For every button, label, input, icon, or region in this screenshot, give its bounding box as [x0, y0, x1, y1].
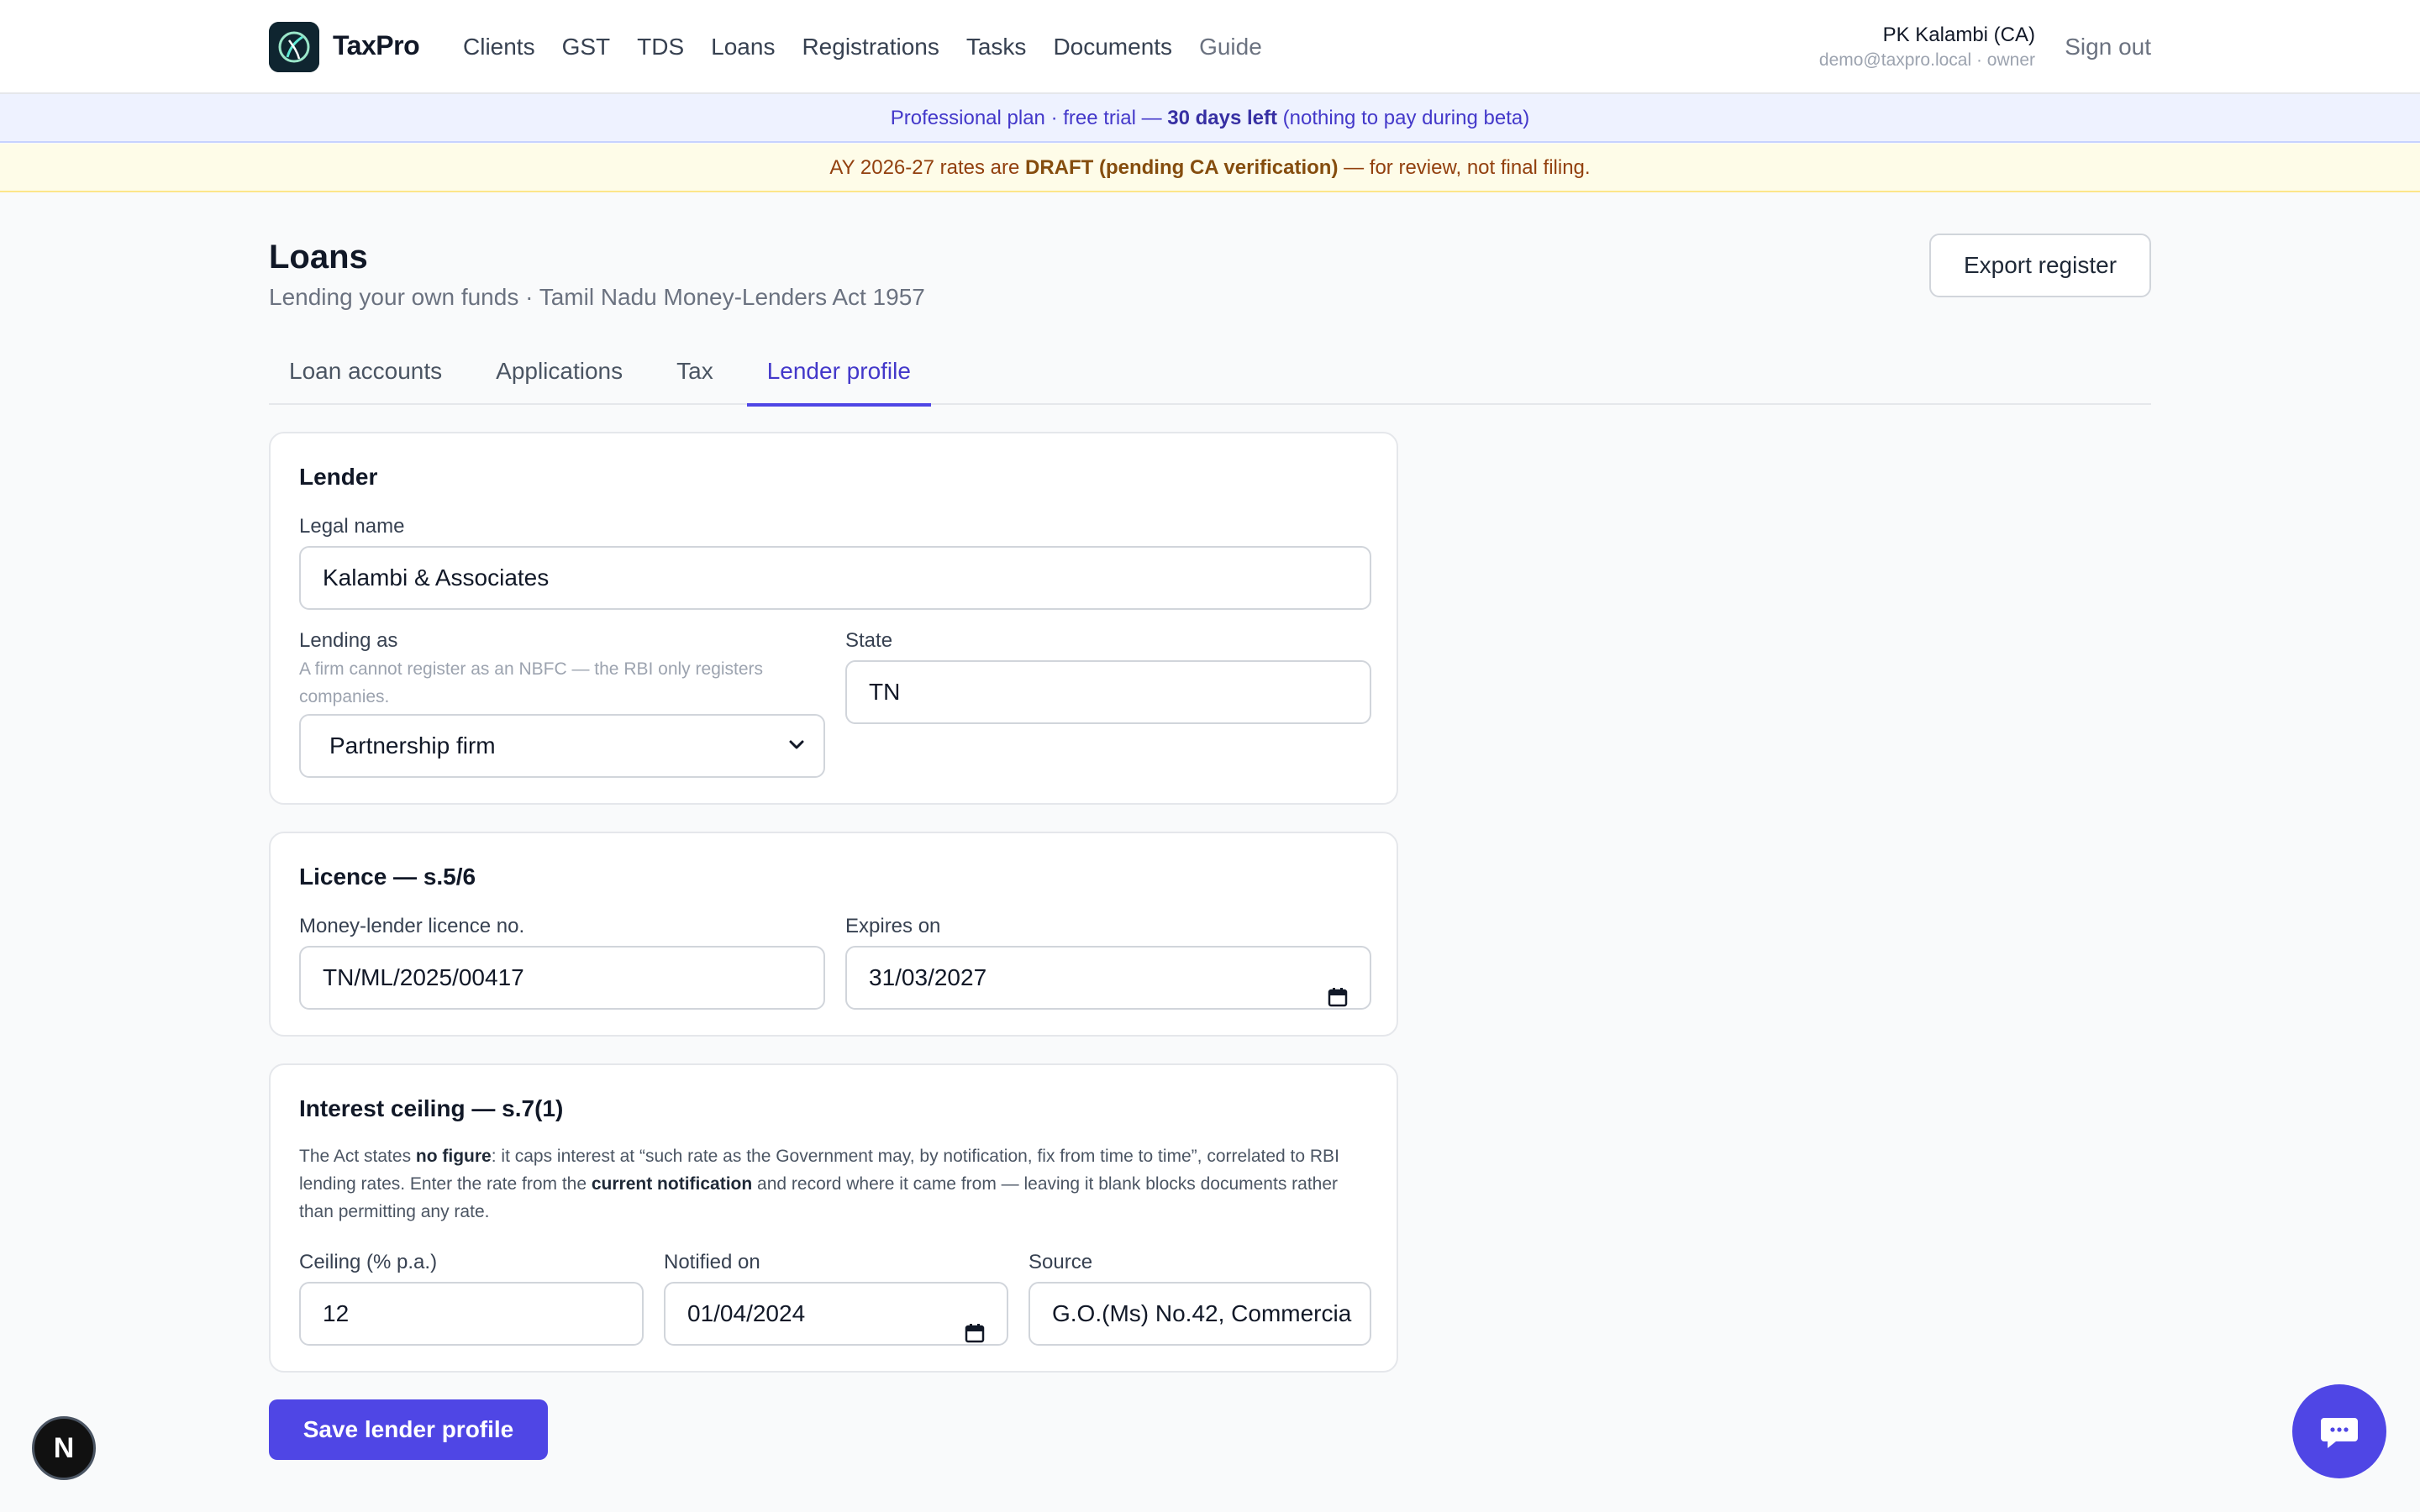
trial-banner-suffix: (nothing to pay during beta) — [1277, 107, 1530, 129]
tab-loan-accounts[interactable]: Loan accounts — [269, 344, 462, 405]
export-register-button[interactable]: Export register — [1929, 234, 2151, 297]
dev-tools-n-icon[interactable]: N — [32, 1416, 96, 1480]
ceiling-input[interactable]: 12 — [299, 1282, 644, 1346]
nav-link-tds[interactable]: TDS — [637, 32, 684, 62]
licence-card-title: Licence — s.5/6 — [299, 864, 476, 890]
user-info: PK Kalambi (CA) demo@taxpro.local · owne… — [1819, 22, 2035, 72]
notified-on-label: Notified on — [664, 1251, 760, 1273]
trial-days-left: 30 days left — [1167, 107, 1277, 129]
draft-banner-prefix: AY 2026-27 rates are — [829, 156, 1025, 179]
legal-name-input[interactable]: Kalambi & Associates — [299, 546, 1371, 610]
lending-as-selected-value: Partnership firm — [329, 732, 496, 759]
brand-name[interactable]: TaxPro — [333, 30, 420, 61]
expires-on-value: 31/03/2027 — [869, 964, 987, 990]
state-label: State — [845, 629, 893, 652]
expires-on-date-input[interactable]: 31/03/2027 — [845, 946, 1371, 1010]
lending-as-hint: A firm cannot register as an NBFC — the … — [299, 659, 764, 706]
source-label: Source — [1028, 1251, 1093, 1273]
nav-link-gst[interactable]: GST — [562, 32, 611, 62]
chat-icon[interactable] — [2292, 1384, 2386, 1478]
licence-no-input[interactable]: TN/ML/2025/00417 — [299, 946, 825, 1010]
lending-as-select[interactable]: Partnership firm — [299, 714, 825, 778]
notice-emphasis-2: current notification — [591, 1174, 753, 1194]
nav-link-documents[interactable]: Documents — [1053, 32, 1172, 62]
nav-link-tasks[interactable]: Tasks — [966, 32, 1027, 62]
trial-banner: Professional plan · free trial — 30 days… — [0, 94, 2420, 143]
page-title: Loans — [269, 239, 368, 276]
nav-link-loans[interactable]: Loans — [711, 32, 775, 62]
tab-applications[interactable]: Applications — [476, 344, 643, 405]
nav-link-guide[interactable]: Guide — [1199, 32, 1262, 62]
tab-tax[interactable]: Tax — [656, 344, 734, 405]
save-lender-profile-button[interactable]: Save lender profile — [269, 1399, 548, 1460]
main-nav: Clients GST TDS Loans Registrations Task… — [463, 32, 1289, 62]
interest-ceiling-title: Interest ceiling — s.7(1) — [299, 1095, 564, 1121]
chevron-down-icon — [788, 716, 805, 776]
trial-banner-prefix: Professional plan · free trial — — [890, 107, 1168, 129]
interest-ceiling-notice: The Act states no figure: it caps intere… — [299, 1142, 1375, 1226]
draft-status: DRAFT (pending CA verification) — [1025, 156, 1339, 179]
page-subtitle: Lending your own funds · Tamil Nadu Mone… — [269, 284, 925, 310]
tab-lender-profile[interactable]: Lender profile — [746, 344, 932, 407]
notified-on-value: 01/04/2024 — [687, 1300, 806, 1326]
loans-tabs: Loan accounts Applications Tax Lender pr… — [269, 344, 2151, 407]
expires-on-label: Expires on — [845, 915, 941, 937]
source-input[interactable]: G.O.(Ms) No.42, Commercia — [1028, 1282, 1371, 1346]
user-name: PK Kalambi (CA) — [1882, 24, 2035, 46]
top-nav: TaxPro Clients GST TDS Loans Registratio… — [0, 0, 2420, 94]
taxpro-logo-icon[interactable] — [269, 22, 319, 72]
licence-no-label: Money-lender licence no. — [299, 915, 525, 937]
user-email-role: demo@taxpro.local · owner — [1818, 50, 2035, 70]
calendar-icon[interactable] — [965, 1305, 985, 1343]
draft-banner-suffix: — for review, not final filing. — [1338, 156, 1591, 179]
calendar-icon[interactable] — [1328, 969, 1348, 1007]
ceiling-label: Ceiling (% p.a.) — [299, 1251, 438, 1273]
lender-card-title: Lender — [299, 464, 378, 490]
lender-card: Lender Legal name Kalambi & Associates L… — [269, 432, 1398, 805]
nav-link-registrations[interactable]: Registrations — [802, 32, 939, 62]
notice-text-1: The Act states — [299, 1147, 416, 1166]
interest-ceiling-card: Interest ceiling — s.7(1) The Act states… — [269, 1063, 1398, 1373]
licence-card: Licence — s.5/6 Money-lender licence no.… — [269, 832, 1398, 1037]
sign-out-link[interactable]: Sign out — [2065, 32, 2151, 62]
lending-as-label: Lending as — [299, 629, 398, 652]
state-input[interactable]: TN — [845, 660, 1371, 724]
notice-emphasis-1: no figure — [415, 1147, 492, 1166]
nav-link-clients[interactable]: Clients — [463, 32, 535, 62]
notified-on-date-input[interactable]: 01/04/2024 — [664, 1282, 1008, 1346]
legal-name-label: Legal name — [299, 515, 405, 538]
draft-rates-banner: AY 2026-27 rates are DRAFT (pending CA v… — [0, 144, 2420, 192]
